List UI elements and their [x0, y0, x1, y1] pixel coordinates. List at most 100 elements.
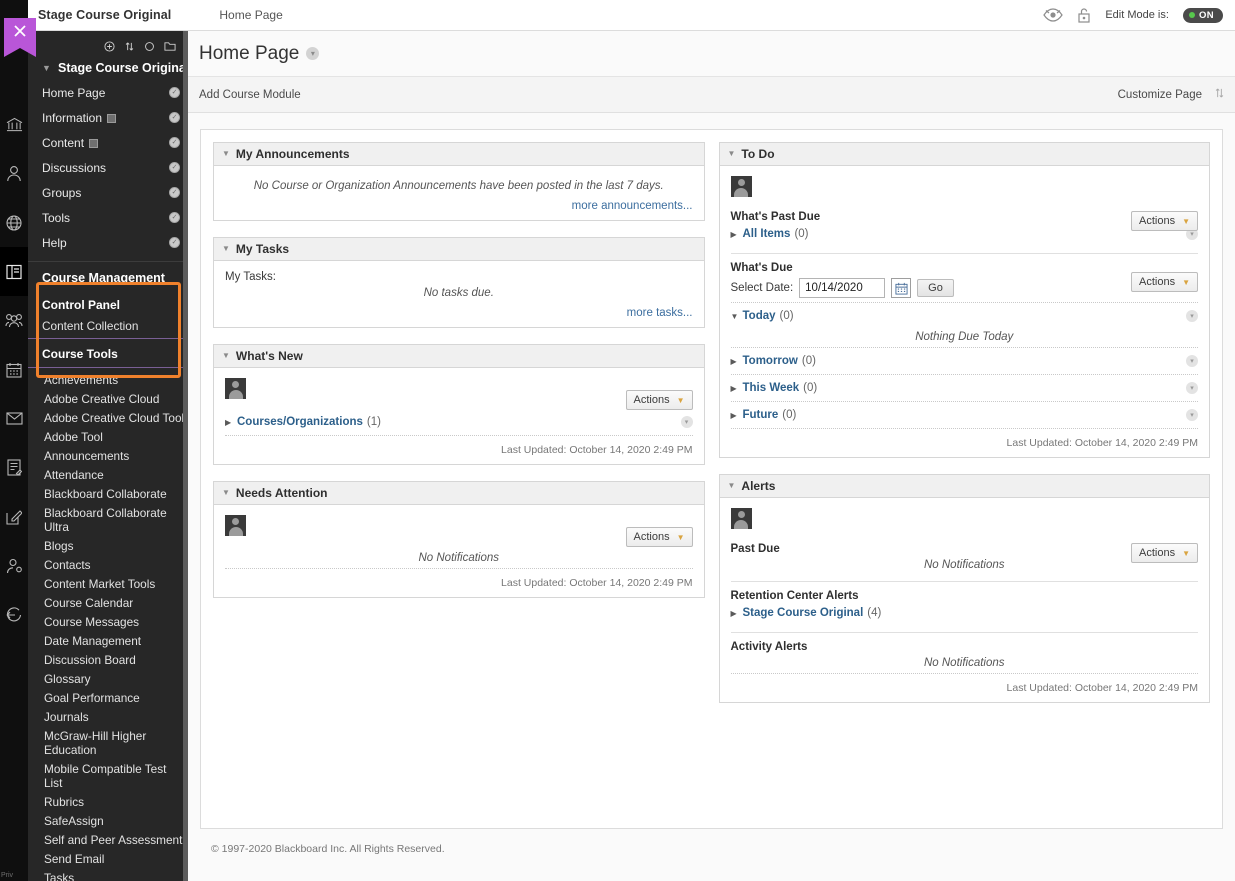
course-tool-item[interactable]: McGraw-Hill Higher Education	[28, 726, 188, 759]
list-item[interactable]: ▼ Today (0) ▾	[731, 305, 1198, 327]
chevron-right-icon: ▶	[225, 417, 232, 427]
person-icon[interactable]	[0, 149, 28, 198]
sidebar-item-information[interactable]: Information ✓	[28, 105, 188, 130]
sidebar-item-content[interactable]: Content ✓	[28, 130, 188, 155]
alerts-actions-button[interactable]: Actions ▼	[1131, 543, 1198, 563]
groups-icon[interactable]	[0, 296, 28, 345]
expand-circle-icon[interactable]: ▾	[680, 416, 693, 428]
collapse-triangle-icon[interactable]: ▼	[222, 150, 230, 158]
course-tool-item[interactable]: Achievements	[28, 370, 188, 389]
collapse-triangle-icon[interactable]: ▼	[728, 482, 736, 490]
course-tool-item[interactable]: Self and Peer Assessment	[28, 830, 188, 849]
course-tool-item[interactable]: Tasks	[28, 868, 188, 881]
past-due-actions-button[interactable]: Actions ▼	[1131, 211, 1198, 231]
padlock-icon[interactable]	[1077, 7, 1091, 23]
module-header[interactable]: ▼ Alerts	[719, 475, 1209, 498]
divider	[730, 374, 1198, 375]
add-circle-icon[interactable]	[104, 40, 115, 52]
list-item[interactable]: ▶ Future (0) ▾	[731, 404, 1198, 426]
select-date-input[interactable]	[799, 278, 886, 298]
course-tool-item[interactable]: Mobile Compatible Test List	[28, 759, 188, 792]
more-tasks-link[interactable]: more tasks...	[225, 301, 693, 319]
customize-page-button[interactable]: Customize Page	[1118, 89, 1202, 101]
calendar-picker-icon[interactable]	[891, 278, 912, 298]
expand-circle-icon[interactable]: ▾	[1186, 409, 1198, 421]
expand-circle-icon[interactable]: ▾	[1186, 310, 1198, 322]
course-tool-item[interactable]: Goal Performance	[28, 688, 188, 707]
course-menu-course-row[interactable]: ▼ Stage Course Original ⌂	[28, 55, 188, 80]
needs-attention-actions-button[interactable]: Actions ▼	[625, 527, 693, 547]
sidebar-item-home-page[interactable]: Home Page ✓	[28, 80, 188, 105]
whats-new-actions-button[interactable]: Actions ▼	[625, 390, 693, 410]
course-tool-item[interactable]: Date Management	[28, 631, 188, 650]
user-settings-icon[interactable]	[0, 541, 28, 590]
course-tool-item[interactable]: Blackboard Collaborate	[28, 484, 188, 503]
module-header[interactable]: ▼ My Announcements	[214, 143, 704, 166]
course-tool-item[interactable]: Course Calendar	[28, 593, 188, 612]
module-header[interactable]: ▼ Needs Attention	[214, 482, 704, 505]
more-announcements-link[interactable]: more announcements...	[225, 194, 693, 212]
refresh-icon[interactable]	[144, 41, 155, 52]
sidebar-item-discussions[interactable]: Discussions ✓	[28, 155, 188, 180]
course-tool-item[interactable]: Announcements	[28, 446, 188, 465]
sign-out-icon[interactable]	[0, 590, 28, 639]
course-tool-item[interactable]: Attendance	[28, 465, 188, 484]
collapse-triangle-icon[interactable]: ▼	[222, 245, 230, 253]
course-nav-list: Home Page ✓ Information ✓ Content ✓ Disc…	[28, 80, 188, 255]
collapse-triangle-icon[interactable]: ▼	[222, 352, 230, 360]
courses-icon[interactable]	[0, 247, 28, 296]
calendar-icon[interactable]	[0, 345, 28, 394]
module-header[interactable]: ▼ My Tasks	[214, 238, 704, 261]
course-tool-item[interactable]: Glossary	[28, 669, 188, 688]
go-button[interactable]: Go	[917, 279, 954, 297]
sidebar-item-groups[interactable]: Groups ✓	[28, 180, 188, 205]
module-header[interactable]: ▼ To Do	[719, 143, 1209, 166]
course-tool-item[interactable]: SafeAssign	[28, 811, 188, 830]
list-item[interactable]: ▶ All Items (0) ▾	[731, 223, 1198, 245]
close-x-icon[interactable]	[4, 18, 36, 57]
breadcrumb[interactable]: Home Page	[219, 8, 282, 22]
reorder-icon[interactable]	[124, 41, 135, 52]
course-tool-item[interactable]: Rubrics	[28, 792, 188, 811]
course-tool-item[interactable]: Course Messages	[28, 612, 188, 631]
expand-circle-icon[interactable]: ▾	[1186, 355, 1198, 367]
institution-icon[interactable]	[0, 100, 28, 149]
list-item[interactable]: ▶ Tomorrow (0) ▾	[731, 350, 1198, 372]
course-tool-item[interactable]: Adobe Creative Cloud	[28, 389, 188, 408]
globe-icon[interactable]	[0, 198, 28, 247]
course-tools-heading[interactable]: Course Tools	[28, 341, 188, 365]
edit-note-icon[interactable]	[0, 492, 28, 541]
collapse-triangle-icon[interactable]: ▼	[728, 150, 736, 158]
course-tool-item[interactable]: Blackboard Collaborate Ultra	[28, 503, 188, 536]
collapse-triangle-icon[interactable]: ▼	[222, 489, 230, 497]
reorder-arrows-icon[interactable]	[1214, 87, 1225, 102]
edit-mode-state: ON	[1198, 9, 1214, 21]
envelope-icon[interactable]	[0, 394, 28, 443]
grades-icon[interactable]	[0, 443, 28, 492]
course-tool-item[interactable]: Contacts	[28, 555, 188, 574]
edit-mode-toggle[interactable]: ON	[1182, 7, 1223, 23]
course-tool-item[interactable]: Journals	[28, 707, 188, 726]
list-item[interactable]: ▶ Stage Course Original (4)	[731, 602, 1199, 624]
course-tool-item[interactable]: Content Market Tools	[28, 574, 188, 593]
course-tool-item[interactable]: Adobe Creative Cloud Tool	[28, 408, 188, 427]
folder-icon[interactable]	[164, 41, 176, 52]
course-tool-item[interactable]: Blogs	[28, 536, 188, 555]
sidebar-item-tools[interactable]: Tools ✓	[28, 205, 188, 230]
sidebar-item-help[interactable]: Help ✓	[28, 230, 188, 255]
module-header[interactable]: ▼ What's New	[214, 345, 704, 368]
list-item[interactable]: ▶ This Week (0) ▾	[731, 377, 1198, 399]
whats-due-heading: What's Due	[730, 262, 793, 274]
course-tool-item[interactable]: Send Email	[28, 849, 188, 868]
sidebar-item-content-collection[interactable]: Content Collection	[28, 316, 188, 336]
page-title-chevron-down-icon[interactable]: ▾	[306, 47, 320, 60]
list-item[interactable]: ▶ Courses/Organizations (1) ▾	[225, 411, 693, 433]
course-tool-item[interactable]: Adobe Tool	[28, 427, 188, 446]
control-panel-heading[interactable]: Control Panel	[28, 292, 188, 316]
expand-circle-icon[interactable]: ▾	[1186, 382, 1198, 394]
module-title: Needs Attention	[235, 486, 328, 500]
course-tool-item[interactable]: Discussion Board	[28, 650, 188, 669]
add-course-module-button[interactable]: Add Course Module	[199, 89, 301, 101]
whats-due-actions-button[interactable]: Actions ▼	[1131, 272, 1198, 292]
eye-preview-icon[interactable]	[1043, 8, 1064, 22]
